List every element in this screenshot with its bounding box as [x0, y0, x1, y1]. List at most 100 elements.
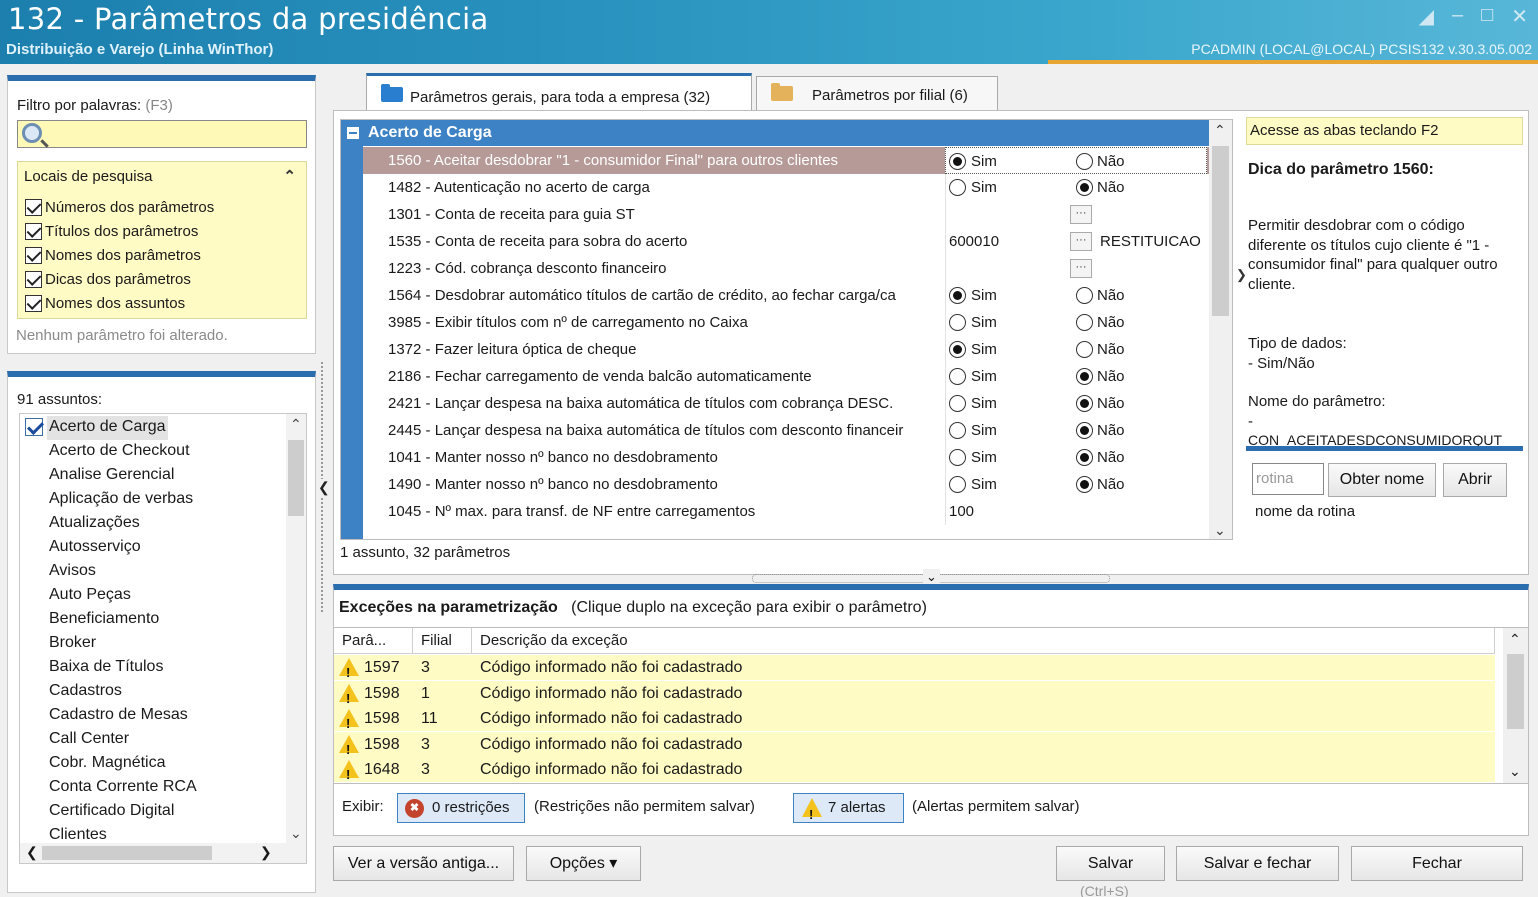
chevron-up-icon[interactable]: ⌃ [290, 416, 302, 433]
chevron-down-icon[interactable]: ⌄ [1509, 763, 1521, 780]
chevron-down-icon[interactable]: ⌄ [290, 825, 302, 842]
group-header[interactable]: Acerto de Carga [341, 120, 1210, 146]
checkbox-icon[interactable] [25, 246, 42, 264]
option-param-hints[interactable]: Dicas dos parâmetros [25, 268, 191, 290]
radio-yes[interactable] [949, 395, 966, 412]
radio-no[interactable] [1076, 179, 1093, 196]
radio-no[interactable] [1076, 287, 1093, 304]
text-value[interactable]: 100 [949, 498, 974, 525]
option-param-names[interactable]: Nomes dos parâmetros [25, 244, 201, 266]
chevron-up-icon[interactable]: ⌃ [1509, 631, 1521, 648]
subject-item[interactable]: Baixa de Títulos [49, 656, 163, 680]
subjects-hscrollbar[interactable]: ❮ ❯ [20, 843, 306, 863]
column-filial[interactable]: Filial [413, 628, 472, 654]
param-value-cell[interactable]: Sim Não [945, 363, 1207, 390]
close-icon[interactable]: ✕ [1511, 4, 1528, 29]
alerts-button[interactable]: 7 alertas [793, 793, 904, 829]
subject-item[interactable]: Atualizações [49, 512, 140, 536]
param-value-cell[interactable]: ··· [945, 201, 1207, 228]
radio-yes[interactable] [949, 476, 966, 493]
chevron-left-icon[interactable]: ❮ [26, 844, 38, 861]
subject-item[interactable]: Acerto de Carga [47, 416, 168, 440]
ellipsis-button[interactable]: ··· [1070, 259, 1092, 278]
radio-no[interactable] [1076, 449, 1093, 466]
tab-general-params[interactable]: Parâmetros gerais, para toda a empresa (… [366, 73, 752, 114]
param-value-cell[interactable]: Sim Não [945, 336, 1207, 363]
grid-scrollbar[interactable]: ⌃ ⌄ [1209, 120, 1232, 539]
subject-item[interactable]: Certificado Digital [49, 800, 174, 824]
radio-no[interactable] [1076, 341, 1093, 358]
option-subject-names[interactable]: Nomes dos assuntos [25, 292, 185, 314]
old-version-button[interactable]: Ver a versão antiga... [333, 846, 514, 881]
vertical-splitter[interactable]: ❮ [318, 362, 330, 612]
save-close-button[interactable]: Salvar e fechar [1176, 846, 1339, 881]
param-value-cell[interactable]: Sim Não [945, 390, 1207, 417]
param-row[interactable]: 1490 - Manter nosso nº banco no desdobra… [363, 471, 1210, 498]
subject-item[interactable]: Cobr. Magnética [49, 752, 166, 776]
subject-item[interactable]: Aplicação de verbas [49, 488, 193, 512]
param-value-cell[interactable]: 600010 ··· RESTITUICAO [945, 228, 1207, 255]
param-row[interactable]: 2186 - Fechar carregamento de venda balc… [363, 363, 1210, 390]
subject-item[interactable]: Broker [49, 632, 96, 656]
subject-item[interactable]: Cadastros [49, 680, 122, 704]
checkbox-icon[interactable] [25, 270, 42, 288]
checkbox-icon[interactable] [25, 222, 42, 240]
checkbox-icon[interactable] [25, 198, 42, 216]
radio-no[interactable] [1076, 476, 1093, 493]
param-row[interactable]: 1564 - Desdobrar automático títulos de c… [363, 282, 1210, 309]
exception-row[interactable]: 1598 3 Código informado não foi cadastrado [334, 731, 1495, 762]
param-value-cell[interactable]: Sim Não [945, 147, 1207, 174]
subject-item[interactable]: Cadastro de Mesas [49, 704, 188, 728]
param-value-cell[interactable]: Sim Não [945, 417, 1207, 444]
param-row[interactable]: 1372 - Fazer leitura óptica de cheque Sim… [363, 336, 1210, 363]
radio-yes[interactable] [949, 422, 966, 439]
collapse-icon[interactable]: ⌃ [283, 167, 296, 185]
param-row[interactable]: 1535 - Conta de receita para sobra do ac… [363, 228, 1210, 255]
param-row[interactable]: 2445 - Lançar despesa na baixa automátic… [363, 417, 1210, 444]
chevron-up-icon[interactable]: ⌃ [1214, 122, 1226, 139]
param-value-cell[interactable]: Sim Não [945, 282, 1207, 309]
exception-row[interactable]: 1598 1 Código informado não foi cadastrado [334, 680, 1495, 711]
collapse-group-icon[interactable] [347, 127, 359, 139]
subject-item[interactable]: Acerto de Checkout [49, 440, 190, 464]
chevron-left-icon[interactable]: ❮ [318, 479, 330, 496]
param-value-cell[interactable]: ··· [945, 255, 1207, 282]
subject-item[interactable]: Auto Peças [49, 584, 131, 608]
save-button[interactable]: Salvar [1056, 846, 1165, 881]
horizontal-splitter[interactable]: ⌄ [752, 569, 1110, 585]
tab-branch-params[interactable]: Parâmetros por filial (6) [756, 76, 998, 111]
subject-item[interactable]: Autosserviço [49, 536, 141, 560]
radio-no[interactable] [1076, 153, 1093, 170]
radio-no[interactable] [1076, 368, 1093, 385]
param-value-cell[interactable]: Sim Não [945, 174, 1207, 201]
radio-yes[interactable] [949, 287, 966, 304]
exception-row[interactable]: 1597 3 Código informado não foi cadastrado [334, 655, 1495, 685]
param-row[interactable]: 1301 - Conta de receita para guia ST ··· [363, 201, 1210, 228]
param-row[interactable]: 2421 - Lançar despesa na baixa automátic… [363, 390, 1210, 417]
options-button[interactable]: Opções ▾ [526, 846, 641, 881]
exception-row[interactable]: 1648 3 Código informado não foi cadastrado [334, 757, 1495, 783]
restore-icon[interactable]: ◢ [1419, 4, 1434, 29]
exception-row[interactable]: 1598 11 Código informado não foi cadastrad… [334, 706, 1495, 736]
param-value-cell[interactable]: Sim Não [945, 444, 1207, 471]
close-button[interactable]: Fechar [1351, 846, 1523, 881]
restrictions-button[interactable]: ✖ 0 restrições [397, 793, 525, 823]
subject-item[interactable]: Conta Corrente RCA [49, 776, 197, 800]
get-name-button[interactable]: Obter nome [1328, 463, 1436, 497]
subject-item[interactable]: Analise Gerencial [49, 464, 174, 488]
param-row[interactable]: 1482 - Autenticação no acerto de carga Si… [363, 174, 1210, 201]
checkbox-icon[interactable] [25, 418, 43, 436]
minimize-icon[interactable]: – [1452, 4, 1463, 29]
maximize-icon[interactable]: □ [1481, 4, 1493, 29]
chevron-down-icon[interactable]: ⌄ [923, 569, 940, 585]
radio-no[interactable] [1076, 314, 1093, 331]
param-row[interactable]: 1223 - Cód. cobrança desconto financeiro… [363, 255, 1210, 282]
filter-input[interactable] [17, 120, 307, 148]
open-button[interactable]: Abrir [1443, 463, 1507, 497]
radio-yes[interactable] [949, 368, 966, 385]
column-description[interactable]: Descrição da exceção [472, 628, 1495, 654]
rotina-input[interactable]: rotina [1252, 463, 1324, 495]
radio-yes[interactable] [949, 153, 966, 170]
param-value-cell[interactable]: 100 [945, 498, 1207, 525]
ellipsis-button[interactable]: ··· [1070, 232, 1092, 251]
